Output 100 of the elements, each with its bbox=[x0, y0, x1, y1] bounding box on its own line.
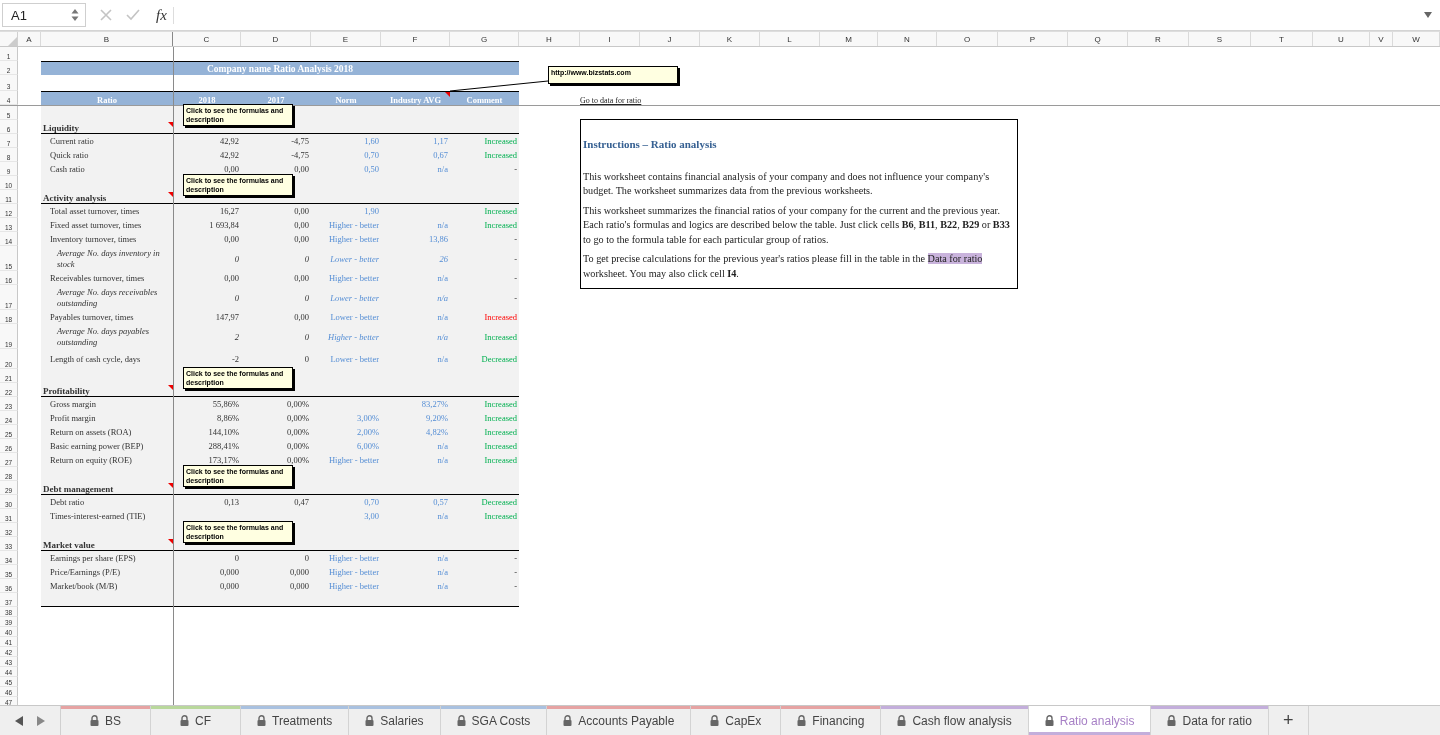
section-title[interactable]: Profitability bbox=[41, 386, 90, 396]
function-button[interactable]: fx bbox=[156, 6, 174, 24]
table-cell: 26 bbox=[439, 253, 448, 264]
ratio-name: Basic earning power (BEP) bbox=[50, 441, 144, 451]
sheet-tab[interactable]: CF bbox=[151, 706, 241, 735]
section-title[interactable]: Activity analysis bbox=[41, 193, 107, 203]
table-cell: 1,90 bbox=[364, 206, 379, 216]
column-header[interactable]: S bbox=[1189, 32, 1251, 46]
comment-marker-icon bbox=[168, 122, 173, 127]
sheet-tab[interactable]: Financing bbox=[781, 706, 882, 735]
instructions-paragraph: To get precise calculations for the previous year's ratios please fill in the table in the Data for ratio worksheet. You may also click cell I4. bbox=[583, 252, 984, 281]
table-cell: 42,92 bbox=[219, 150, 239, 160]
table-cell: 0,00% bbox=[287, 441, 309, 451]
column-header[interactable]: C bbox=[173, 32, 241, 46]
table-cell: n/a bbox=[437, 220, 448, 230]
lock-icon bbox=[257, 715, 266, 726]
sheet-tab[interactable]: Treatments bbox=[241, 706, 350, 735]
column-header[interactable]: H bbox=[519, 32, 580, 46]
sheet-tab[interactable]: Cash flow analysis bbox=[881, 706, 1029, 735]
ratio-name: Average No. days payables outstanding bbox=[57, 325, 151, 348]
comment-marker-icon bbox=[168, 539, 173, 544]
table-cell: Lower - better bbox=[330, 354, 379, 364]
table-cell: -4,75 bbox=[291, 150, 309, 160]
check-icon[interactable] bbox=[126, 9, 140, 21]
column-header[interactable]: J bbox=[640, 32, 700, 46]
ratio-name: Gross margin bbox=[50, 399, 96, 409]
ratio-name: Debt ratio bbox=[50, 497, 85, 507]
column-header[interactable]: M bbox=[820, 32, 878, 46]
column-header[interactable]: B bbox=[41, 32, 173, 46]
instructions-paragraph: This worksheet contains financial analysis of your company and does not influence your company's budget. The worksheet summarizes data from the previous worksheets. bbox=[583, 170, 991, 199]
lock-icon bbox=[456, 715, 466, 726]
comment-cell: - bbox=[514, 234, 517, 244]
column-header[interactable]: F bbox=[381, 32, 450, 46]
table-cell: Higher - better bbox=[328, 553, 379, 563]
column-header[interactable]: Q bbox=[1068, 32, 1128, 46]
column-header[interactable]: V bbox=[1370, 32, 1393, 46]
column-header[interactable]: N bbox=[878, 32, 937, 46]
table-cell: Higher - better bbox=[328, 455, 379, 465]
table-cell: 0,00 bbox=[294, 234, 309, 244]
ratio-name: Average No. days receivables outstanding bbox=[57, 286, 159, 309]
ratio-name: Earnings per share (EPS) bbox=[50, 553, 136, 563]
table-cell: Lower - better bbox=[330, 253, 379, 264]
table-cell: Higher - better bbox=[328, 331, 379, 342]
lock-icon bbox=[710, 715, 720, 726]
ratio-name: Times-interest-earned (TIE) bbox=[50, 511, 146, 521]
ratio-name: Length of cash cycle, days bbox=[50, 354, 141, 364]
column-header[interactable]: G bbox=[450, 32, 519, 46]
lock-icon bbox=[563, 715, 573, 726]
name-box[interactable]: A1 bbox=[2, 3, 86, 27]
table-cell: -4,75 bbox=[291, 136, 309, 146]
ratio-name: Average No. days inventory in stock bbox=[57, 247, 161, 270]
sheet-tab[interactable]: CapEx bbox=[691, 706, 782, 735]
sheet-tab[interactable]: Data for ratio bbox=[1151, 706, 1269, 735]
table-cell: 0 bbox=[234, 253, 239, 264]
caret-icon[interactable] bbox=[1424, 12, 1432, 18]
data-link[interactable]: Go to data for ratio bbox=[580, 96, 642, 105]
column-title: Comment bbox=[466, 95, 503, 105]
column-header[interactable]: E bbox=[311, 32, 381, 46]
column-title: Ratio bbox=[97, 95, 117, 105]
column-header[interactable]: A bbox=[18, 32, 41, 46]
section-title[interactable]: Debt management bbox=[41, 484, 114, 494]
comment-cell: - bbox=[514, 553, 517, 563]
section-title[interactable]: Market value bbox=[41, 540, 95, 550]
table-cell: 16,27 bbox=[219, 206, 239, 216]
ratio-name: Inventory turnover, times bbox=[50, 234, 137, 244]
column-header[interactable]: O bbox=[937, 32, 998, 46]
table-cell: 1,60 bbox=[364, 136, 379, 146]
table-cell: Lower - better bbox=[330, 292, 379, 303]
sheet-tab[interactable]: Salaries bbox=[349, 706, 441, 735]
next-sheet-icon[interactable] bbox=[37, 715, 46, 726]
sheet-tab[interactable]: Accounts Payable bbox=[547, 706, 692, 735]
column-header[interactable]: L bbox=[760, 32, 820, 46]
column-header[interactable]: I bbox=[580, 32, 640, 46]
sheet-tab[interactable]: BS bbox=[61, 706, 151, 735]
table-cell: Lower - better bbox=[330, 312, 379, 322]
column-header[interactable]: K bbox=[700, 32, 760, 46]
previous-sheet-icon[interactable] bbox=[14, 715, 23, 726]
section-title[interactable]: Liquidity bbox=[41, 123, 80, 133]
comment-marker-icon bbox=[168, 483, 173, 488]
table-cell: 0,00 bbox=[294, 206, 309, 216]
lock-icon bbox=[1167, 715, 1177, 726]
table-cell: 0,00 bbox=[294, 220, 309, 230]
column-header[interactable]: U bbox=[1313, 32, 1370, 46]
comment-cell: - bbox=[514, 581, 517, 591]
table-cell: n/a bbox=[437, 511, 448, 521]
column-header[interactable]: R bbox=[1128, 32, 1189, 46]
table-cell: 0,00 bbox=[294, 273, 309, 283]
sheet-tab[interactable]: SGA Costs bbox=[440, 706, 548, 735]
column-header[interactable]: W bbox=[1393, 32, 1440, 46]
table-cell: 0 bbox=[304, 292, 309, 303]
table-cell: Higher - better bbox=[328, 220, 379, 230]
cancel-icon[interactable] bbox=[100, 9, 112, 21]
table-cell: n/a bbox=[437, 553, 448, 563]
table-cell: 1,17 bbox=[433, 136, 448, 146]
column-header[interactable]: P bbox=[998, 32, 1068, 46]
column-header[interactable]: D bbox=[241, 32, 311, 46]
column-header[interactable]: T bbox=[1251, 32, 1313, 46]
table-cell: 9,20% bbox=[426, 413, 448, 423]
ratio-name: Market/book (M/B) bbox=[50, 581, 118, 591]
table-cell: 0,00 bbox=[294, 312, 309, 322]
